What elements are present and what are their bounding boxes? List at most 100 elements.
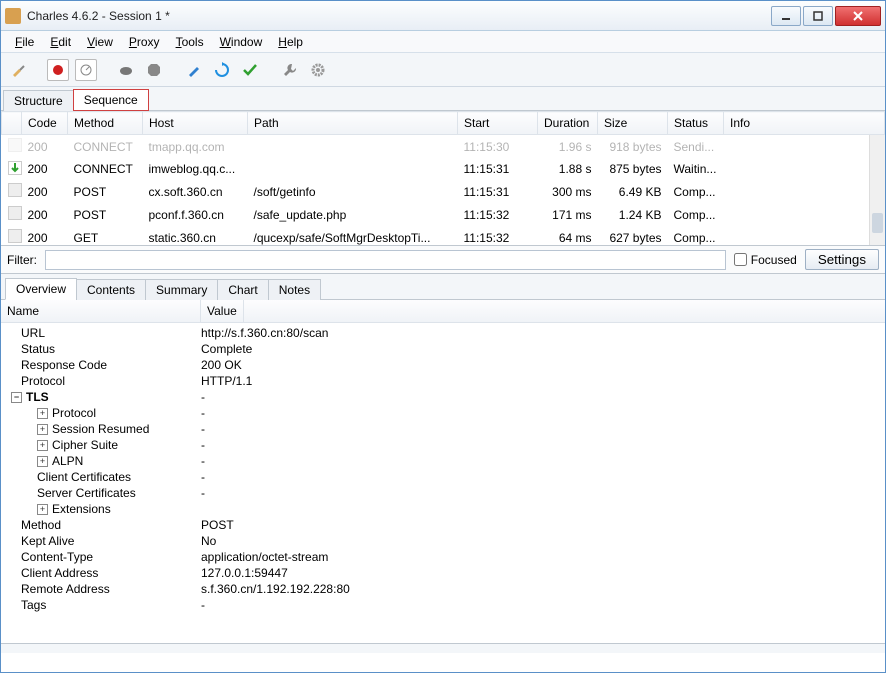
detail-col-value[interactable]: Value	[201, 300, 244, 322]
filter-label: Filter:	[7, 253, 37, 267]
detail-row[interactable]: Kept AliveNo	[1, 533, 885, 549]
menu-tools[interactable]: Tools	[168, 33, 212, 51]
detail-name: Response Code	[1, 358, 201, 372]
table-row[interactable]: 200 POST pconf.f.360.cn /safe_update.php…	[2, 203, 885, 226]
expand-icon[interactable]: +	[37, 424, 48, 435]
detail-value: -	[201, 406, 885, 420]
tab-contents[interactable]: Contents	[76, 279, 146, 300]
settings-button[interactable]: Settings	[805, 249, 879, 270]
table-row[interactable]: 200 CONNECT imweblog.qq.c... 11:15:31 1.…	[2, 158, 885, 180]
menu-edit[interactable]: Edit	[42, 33, 79, 51]
check-icon[interactable]	[239, 59, 261, 81]
refresh-icon[interactable]	[211, 59, 233, 81]
gear-icon[interactable]	[307, 59, 329, 81]
detail-name: +Session Resumed	[1, 422, 201, 436]
view-tabs: Structure Sequence	[1, 87, 885, 111]
request-icon	[8, 229, 22, 243]
detail-row[interactable]: Response Code200 OK	[1, 357, 885, 373]
tab-sequence[interactable]: Sequence	[73, 89, 149, 111]
detail-row[interactable]: Tags-	[1, 597, 885, 613]
detail-value: No	[201, 534, 885, 548]
close-button[interactable]	[835, 6, 881, 26]
tab-notes[interactable]: Notes	[268, 279, 321, 300]
detail-value: -	[201, 422, 885, 436]
scroll-thumb[interactable]	[872, 213, 883, 233]
table-row[interactable]: 200 POST cx.soft.360.cn /soft/getinfo 11…	[2, 180, 885, 203]
menu-proxy[interactable]: Proxy	[121, 33, 168, 51]
detail-row[interactable]: +Protocol-	[1, 405, 885, 421]
detail-row[interactable]: Content-Typeapplication/octet-stream	[1, 549, 885, 565]
col-start[interactable]: Start	[458, 112, 538, 135]
detail-name: Server Certificates	[1, 486, 201, 500]
table-row[interactable]: 200 CONNECT tmapp.qq.com 11:15:30 1.96 s…	[2, 135, 885, 159]
statusbar	[1, 643, 885, 653]
detail-name: Protocol	[1, 374, 201, 388]
detail-row[interactable]: −TLS-	[1, 389, 885, 405]
col-status[interactable]: Status	[668, 112, 724, 135]
throttle-button[interactable]	[75, 59, 97, 81]
detail-col-name[interactable]: Name	[1, 300, 201, 322]
detail-row[interactable]: ProtocolHTTP/1.1	[1, 373, 885, 389]
detail-value: s.f.360.cn/1.192.192.228:80	[201, 582, 885, 596]
detail-row[interactable]: MethodPOST	[1, 517, 885, 533]
table-scrollbar[interactable]	[869, 135, 885, 245]
wrench-icon[interactable]	[279, 59, 301, 81]
detail-value: -	[201, 470, 885, 484]
detail-value: POST	[201, 518, 885, 532]
col-method[interactable]: Method	[68, 112, 143, 135]
tab-summary[interactable]: Summary	[145, 279, 218, 300]
detail-row[interactable]: +ALPN-	[1, 453, 885, 469]
expand-icon[interactable]: +	[37, 456, 48, 467]
detail-row[interactable]: +Session Resumed-	[1, 421, 885, 437]
detail-value: 200 OK	[201, 358, 885, 372]
collapse-icon[interactable]: −	[11, 392, 22, 403]
minimize-button[interactable]	[771, 6, 801, 26]
request-icon	[8, 183, 22, 197]
detail-row[interactable]: +Cipher Suite-	[1, 437, 885, 453]
detail-row[interactable]: Remote Addresss.f.360.cn/1.192.192.228:8…	[1, 581, 885, 597]
detail-value: -	[201, 438, 885, 452]
col-host[interactable]: Host	[143, 112, 248, 135]
tab-overview[interactable]: Overview	[5, 278, 77, 300]
detail-value: HTTP/1.1	[201, 374, 885, 388]
focused-checkbox[interactable]: Focused	[734, 253, 797, 267]
turtle-icon[interactable]	[115, 59, 137, 81]
maximize-button[interactable]	[803, 6, 833, 26]
detail-row[interactable]: StatusComplete	[1, 341, 885, 357]
col-code[interactable]: Code	[22, 112, 68, 135]
detail-value: http://s.f.360.cn:80/scan	[201, 326, 885, 340]
app-icon	[5, 8, 21, 24]
menu-help[interactable]: Help	[270, 33, 311, 51]
menu-view[interactable]: View	[79, 33, 121, 51]
detail-name: Tags	[1, 598, 201, 612]
expand-icon[interactable]: +	[37, 440, 48, 451]
detail-row[interactable]: Client Certificates-	[1, 469, 885, 485]
detail-row[interactable]: Server Certificates-	[1, 485, 885, 501]
tab-chart[interactable]: Chart	[217, 279, 268, 300]
col-path[interactable]: Path	[248, 112, 458, 135]
expand-icon[interactable]: +	[37, 408, 48, 419]
menu-window[interactable]: Window	[212, 33, 271, 51]
detail-row[interactable]: URLhttp://s.f.360.cn:80/scan	[1, 325, 885, 341]
detail-row[interactable]: Client Address127.0.0.1:59447	[1, 565, 885, 581]
request-icon	[8, 138, 22, 152]
stop-icon[interactable]	[143, 59, 165, 81]
record-button[interactable]	[47, 59, 69, 81]
col-size[interactable]: Size	[598, 112, 668, 135]
col-info[interactable]: Info	[724, 112, 885, 135]
detail-name: +ALPN	[1, 454, 201, 468]
request-icon	[8, 206, 22, 220]
tab-structure[interactable]: Structure	[3, 90, 74, 111]
detail-name: Client Certificates	[1, 470, 201, 484]
broom-icon[interactable]	[7, 59, 29, 81]
expand-icon[interactable]: +	[37, 504, 48, 515]
table-row[interactable]: 200 GET static.360.cn /qucexp/safe/SoftM…	[2, 226, 885, 246]
detail-name: Client Address	[1, 566, 201, 580]
pencil-icon[interactable]	[183, 59, 205, 81]
filter-input[interactable]	[45, 250, 726, 270]
detail-row[interactable]: +Extensions	[1, 501, 885, 517]
detail-name: Method	[1, 518, 201, 532]
detail-value: application/octet-stream	[201, 550, 885, 564]
col-duration[interactable]: Duration	[538, 112, 598, 135]
menu-file[interactable]: File	[7, 33, 42, 51]
